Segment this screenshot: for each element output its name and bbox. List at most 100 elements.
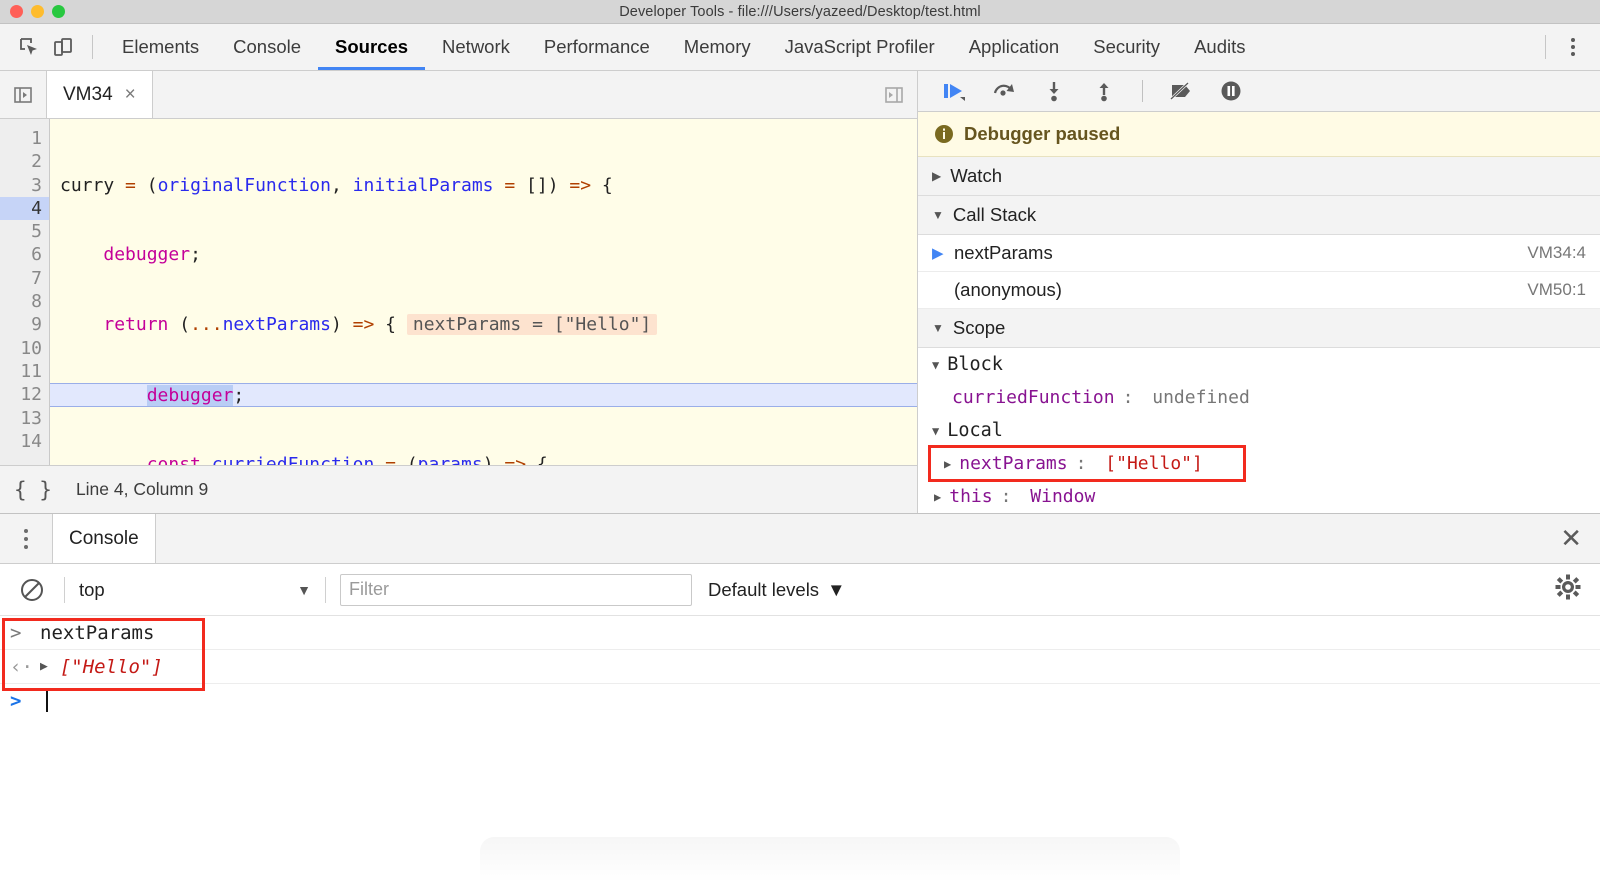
- file-tab-vm34[interactable]: VM34 ×: [46, 71, 153, 118]
- console-settings-gear-icon[interactable]: [1554, 573, 1582, 606]
- console-context-value: top: [79, 578, 105, 600]
- chevron-down-icon: ▼: [932, 357, 940, 372]
- devtools-window: Developer Tools - file:///Users/yazeed/D…: [0, 0, 1600, 883]
- line-number[interactable]: 7: [0, 267, 49, 290]
- line-number[interactable]: 11: [0, 360, 49, 383]
- scope-section-header[interactable]: ▼ Scope: [918, 309, 1600, 348]
- info-icon: [935, 125, 953, 143]
- show-navigator-icon[interactable]: [0, 71, 46, 118]
- code-line-4-current[interactable]: debugger;: [50, 383, 917, 407]
- current-frame-marker-icon: ▶: [932, 245, 944, 262]
- chevron-down-icon: ▼: [932, 208, 944, 222]
- tab-console[interactable]: Console: [216, 24, 318, 70]
- line-number[interactable]: 2: [0, 150, 49, 173]
- chevron-right-icon[interactable]: ▶: [934, 490, 941, 504]
- pause-on-exceptions-icon[interactable]: [1213, 75, 1249, 107]
- line-number[interactable]: 13: [0, 407, 49, 430]
- console-context-selector[interactable]: top ▼: [79, 579, 311, 601]
- console-toolbar-divider: [64, 576, 65, 603]
- code-content[interactable]: curry = (originalFunction, initialParams…: [50, 119, 917, 465]
- tab-security[interactable]: Security: [1076, 24, 1177, 70]
- step-out-icon[interactable]: [1086, 75, 1122, 107]
- frame-location: VM34:4: [1527, 243, 1586, 262]
- console-toolbar-divider-2: [325, 576, 326, 603]
- window-titlebar: Developer Tools - file:///Users/yazeed/D…: [0, 0, 1600, 24]
- inspect-element-icon[interactable]: [12, 31, 46, 63]
- watch-section-header[interactable]: ▶ Watch: [918, 157, 1600, 196]
- call-stack-frame-selected[interactable]: ▶ nextParams VM34:4: [918, 235, 1600, 272]
- line-number[interactable]: 10: [0, 337, 49, 360]
- console-log-levels-selector[interactable]: Default levels ▼: [708, 579, 845, 601]
- close-icon[interactable]: ×: [125, 84, 136, 106]
- editor-pane: VM34 × 1 2 3 4 5 6 7 8 9 10 11 12 13 14 …: [0, 71, 918, 513]
- chevron-right-icon: ▶: [932, 169, 942, 183]
- more-options-icon[interactable]: [1558, 32, 1588, 62]
- debugger-controls: [918, 71, 1600, 112]
- tab-elements[interactable]: Elements: [105, 24, 216, 70]
- close-drawer-icon[interactable]: ✕: [1560, 514, 1582, 563]
- drawer-tab-console[interactable]: Console: [52, 514, 156, 563]
- window-title: Developer Tools - file:///Users/yazeed/D…: [619, 3, 981, 20]
- variable-value: undefined: [1152, 387, 1250, 408]
- scope-group-local[interactable]: ▼ Local: [918, 414, 1600, 447]
- variable-value: Window: [1030, 486, 1096, 507]
- scope-group-label: Block: [947, 354, 1003, 375]
- line-number[interactable]: 3: [0, 174, 49, 197]
- variable-value: ["Hello"]: [1105, 453, 1203, 474]
- line-number[interactable]: 8: [0, 290, 49, 313]
- code-editor[interactable]: 1 2 3 4 5 6 7 8 9 10 11 12 13 14 curry =…: [0, 119, 917, 465]
- call-stack-frame[interactable]: (anonymous) VM50:1: [918, 272, 1600, 309]
- tab-audits[interactable]: Audits: [1177, 24, 1262, 70]
- tab-performance[interactable]: Performance: [527, 24, 667, 70]
- toolbar-divider-right: [1545, 35, 1546, 59]
- chevron-down-icon: ▼: [932, 423, 940, 438]
- tab-javascript-profiler[interactable]: JavaScript Profiler: [768, 24, 952, 70]
- step-into-icon[interactable]: [1036, 75, 1072, 107]
- console-input-message[interactable]: > nextParams: [0, 616, 1600, 650]
- device-toolbar-icon[interactable]: [46, 31, 80, 63]
- line-number[interactable]: 1: [0, 127, 49, 150]
- show-debugger-icon[interactable]: [871, 71, 917, 118]
- scope-variable-curriedfunction[interactable]: curriedFunction: undefined: [918, 381, 1600, 414]
- editor-status-bar: { } Line 4, Column 9: [0, 465, 917, 513]
- code-line-5[interactable]: const curriedFunction = (params) => {: [50, 453, 917, 465]
- input-prompt-icon: >: [10, 621, 22, 644]
- call-stack-section-header[interactable]: ▼ Call Stack: [918, 196, 1600, 235]
- chevron-right-icon[interactable]: ▶: [944, 457, 951, 471]
- console-active-prompt[interactable]: >: [0, 684, 1600, 718]
- console-toolbar: top ▼ Default levels ▼: [0, 564, 1600, 616]
- resume-icon[interactable]: [936, 75, 972, 107]
- code-line-3[interactable]: return (...nextParams) => { nextParams =…: [50, 313, 917, 336]
- tab-application[interactable]: Application: [952, 24, 1077, 70]
- scope-group-block[interactable]: ▼ Block: [918, 348, 1600, 381]
- console-output-message[interactable]: ‹· ▶ ["Hello"]: [0, 650, 1600, 684]
- tab-sources[interactable]: Sources: [318, 24, 425, 70]
- watch-label: Watch: [950, 165, 1002, 186]
- chevron-down-icon: ▼: [297, 581, 311, 598]
- file-tab-spacer: [153, 71, 871, 118]
- chevron-down-icon: ▼: [827, 578, 846, 600]
- console-filter-input[interactable]: [340, 573, 692, 606]
- tab-memory[interactable]: Memory: [667, 24, 768, 70]
- window-bottom-shadow: [480, 837, 1180, 883]
- toolbar-divider: [92, 35, 93, 59]
- step-over-icon[interactable]: [986, 75, 1022, 107]
- line-number[interactable]: 12: [0, 383, 49, 406]
- pretty-print-braces-icon[interactable]: { }: [14, 478, 52, 502]
- deactivate-breakpoints-icon[interactable]: [1163, 75, 1199, 107]
- chevron-right-icon[interactable]: ▶: [40, 659, 48, 674]
- drawer-more-options-icon[interactable]: [0, 514, 52, 563]
- code-line-1[interactable]: curry = (originalFunction, initialParams…: [50, 174, 917, 197]
- scope-variable-this[interactable]: ▶ this: Window: [918, 480, 1600, 513]
- line-number[interactable]: 14: [0, 430, 49, 453]
- scope-variable-nextparams[interactable]: ▶ nextParams: ["Hello"]: [928, 445, 1246, 482]
- code-line-2[interactable]: debugger;: [50, 243, 917, 266]
- clear-console-icon[interactable]: [14, 577, 50, 603]
- line-number[interactable]: 9: [0, 313, 49, 336]
- line-number[interactable]: 6: [0, 243, 49, 266]
- tab-network[interactable]: Network: [425, 24, 527, 70]
- variable-name: nextParams: [959, 453, 1068, 474]
- line-number-current[interactable]: 4: [0, 196, 49, 221]
- line-number[interactable]: 5: [0, 220, 49, 243]
- inline-value-hint: nextParams = ["Hello"]: [406, 314, 658, 336]
